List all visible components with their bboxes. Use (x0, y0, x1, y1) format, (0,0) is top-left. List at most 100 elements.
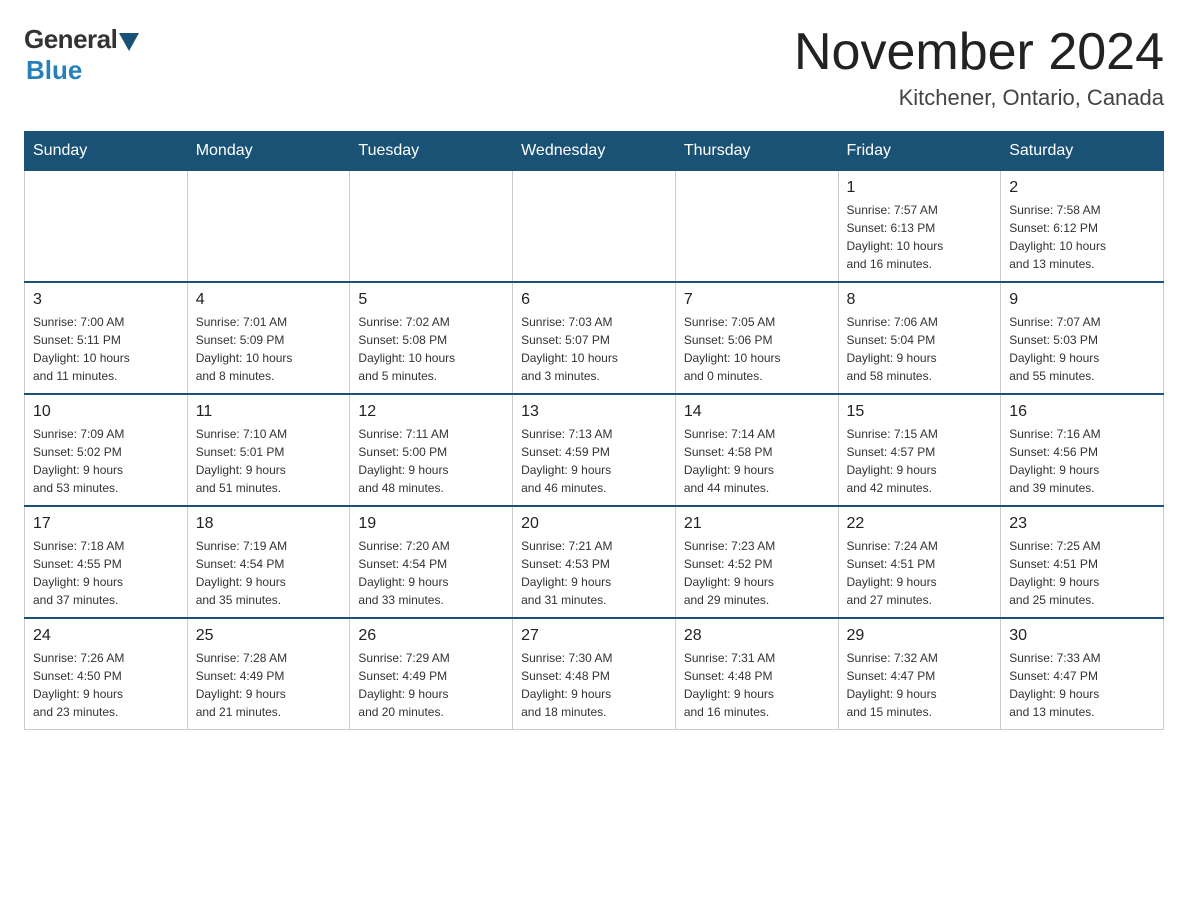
table-row: 3Sunrise: 7:00 AM Sunset: 5:11 PM Daylig… (25, 282, 188, 394)
table-row: 11 Sunrise: 7:10 AM Sunset: 5:01 PM Dayli… (187, 394, 350, 506)
table-row: 21 Sunrise: 7:23 AM Sunset: 4:52 PM Dayli… (675, 506, 838, 618)
day-number: 5 (358, 291, 504, 309)
calendar-week-row: 3Sunrise: 7:00 AM Sunset: 5:11 PM Daylig… (25, 282, 1164, 394)
day-number: 24 (33, 627, 179, 645)
day-number: 20 (521, 515, 667, 533)
day-number: 19 (358, 515, 504, 533)
day-info: Sunrise: 7:58 AM Sunset: 6:12 PM Dayligh… (1009, 201, 1155, 273)
table-row: 20 Sunrise: 7:21 AM Sunset: 4:53 PM Dayli… (513, 506, 676, 618)
day-info: Sunrise: 7:24 AM Sunset: 4:51 PM Dayligh… (847, 537, 993, 609)
table-row (513, 171, 676, 283)
header-wednesday: Wednesday (513, 132, 676, 171)
logo-triangle-icon (119, 33, 139, 51)
day-number: 2 (1009, 179, 1155, 197)
header-thursday: Thursday (675, 132, 838, 171)
day-number: 8 (847, 291, 993, 309)
table-row: 9 Sunrise: 7:07 AM Sunset: 5:03 PM Daylig… (1001, 282, 1164, 394)
day-info: Sunrise: 7:01 AM Sunset: 5:09 PM Dayligh… (196, 313, 342, 385)
table-row: 25 Sunrise: 7:28 AM Sunset: 4:49 PM Dayli… (187, 618, 350, 730)
day-number: 21 (684, 515, 830, 533)
table-row: 15 Sunrise: 7:15 AM Sunset: 4:57 PM Dayli… (838, 394, 1001, 506)
day-number: 16 (1009, 403, 1155, 421)
day-number: 11 (196, 403, 342, 421)
table-row: 14 Sunrise: 7:14 AM Sunset: 4:58 PM Dayli… (675, 394, 838, 506)
day-info: Sunrise: 7:26 AM Sunset: 4:50 PM Dayligh… (33, 649, 179, 721)
table-row: 16 Sunrise: 7:16 AM Sunset: 4:56 PM Dayli… (1001, 394, 1164, 506)
day-number: 22 (847, 515, 993, 533)
day-info: Sunrise: 7:29 AM Sunset: 4:49 PM Dayligh… (358, 649, 504, 721)
day-info: Sunrise: 7:28 AM Sunset: 4:49 PM Dayligh… (196, 649, 342, 721)
logo-blue-text: Blue (26, 55, 82, 86)
day-number: 15 (847, 403, 993, 421)
day-info: Sunrise: 7:23 AM Sunset: 4:52 PM Dayligh… (684, 537, 830, 609)
table-row: 10 Sunrise: 7:09 AM Sunset: 5:02 PM Dayli… (25, 394, 188, 506)
day-number: 9 (1009, 291, 1155, 309)
day-number: 4 (196, 291, 342, 309)
table-row: 7 Sunrise: 7:05 AM Sunset: 5:06 PM Daylig… (675, 282, 838, 394)
table-row: 26Sunrise: 7:29 AM Sunset: 4:49 PM Dayli… (350, 618, 513, 730)
day-info: Sunrise: 7:03 AM Sunset: 5:07 PM Dayligh… (521, 313, 667, 385)
table-row: 17 Sunrise: 7:18 AM Sunset: 4:55 PM Dayli… (25, 506, 188, 618)
day-info: Sunrise: 7:33 AM Sunset: 4:47 PM Dayligh… (1009, 649, 1155, 721)
day-info: Sunrise: 7:07 AM Sunset: 5:03 PM Dayligh… (1009, 313, 1155, 385)
day-number: 25 (196, 627, 342, 645)
calendar-table: Sunday Monday Tuesday Wednesday Thursday… (24, 131, 1164, 730)
header-tuesday: Tuesday (350, 132, 513, 171)
day-number: 30 (1009, 627, 1155, 645)
table-row: 6Sunrise: 7:03 AM Sunset: 5:07 PM Daylig… (513, 282, 676, 394)
day-number: 29 (847, 627, 993, 645)
day-number: 12 (358, 403, 504, 421)
table-row: 12 Sunrise: 7:11 AM Sunset: 5:00 PM Dayli… (350, 394, 513, 506)
header-friday: Friday (838, 132, 1001, 171)
table-row: 29 Sunrise: 7:32 AM Sunset: 4:47 PM Dayli… (838, 618, 1001, 730)
day-number: 18 (196, 515, 342, 533)
table-row (187, 171, 350, 283)
table-row: 28 Sunrise: 7:31 AM Sunset: 4:48 PM Dayli… (675, 618, 838, 730)
day-info: Sunrise: 7:20 AM Sunset: 4:54 PM Dayligh… (358, 537, 504, 609)
table-row: 19 Sunrise: 7:20 AM Sunset: 4:54 PM Dayli… (350, 506, 513, 618)
table-row (675, 171, 838, 283)
day-info: Sunrise: 7:02 AM Sunset: 5:08 PM Dayligh… (358, 313, 504, 385)
table-row: 5 Sunrise: 7:02 AM Sunset: 5:08 PM Daylig… (350, 282, 513, 394)
header-sunday: Sunday (25, 132, 188, 171)
table-row: 1Sunrise: 7:57 AM Sunset: 6:13 PM Daylig… (838, 171, 1001, 283)
day-number: 3 (33, 291, 179, 309)
day-info: Sunrise: 7:14 AM Sunset: 4:58 PM Dayligh… (684, 425, 830, 497)
table-row: 30 Sunrise: 7:33 AM Sunset: 4:47 PM Dayli… (1001, 618, 1164, 730)
table-row (350, 171, 513, 283)
table-row: 4 Sunrise: 7:01 AM Sunset: 5:09 PM Daylig… (187, 282, 350, 394)
day-info: Sunrise: 7:15 AM Sunset: 4:57 PM Dayligh… (847, 425, 993, 497)
day-info: Sunrise: 7:10 AM Sunset: 5:01 PM Dayligh… (196, 425, 342, 497)
day-info: Sunrise: 7:21 AM Sunset: 4:53 PM Dayligh… (521, 537, 667, 609)
day-info: Sunrise: 7:05 AM Sunset: 5:06 PM Dayligh… (684, 313, 830, 385)
day-number: 14 (684, 403, 830, 421)
table-row: 18 Sunrise: 7:19 AM Sunset: 4:54 PM Dayli… (187, 506, 350, 618)
title-area: November 2024 Kitchener, Ontario, Canada (794, 24, 1164, 111)
calendar-week-row: 17 Sunrise: 7:18 AM Sunset: 4:55 PM Dayli… (25, 506, 1164, 618)
day-number: 27 (521, 627, 667, 645)
header-row: Sunday Monday Tuesday Wednesday Thursday… (25, 132, 1164, 171)
logo: General Blue (24, 24, 139, 86)
header-saturday: Saturday (1001, 132, 1164, 171)
day-info: Sunrise: 7:16 AM Sunset: 4:56 PM Dayligh… (1009, 425, 1155, 497)
day-number: 10 (33, 403, 179, 421)
logo-general-text: General (24, 24, 117, 55)
day-info: Sunrise: 7:30 AM Sunset: 4:48 PM Dayligh… (521, 649, 667, 721)
day-info: Sunrise: 7:11 AM Sunset: 5:00 PM Dayligh… (358, 425, 504, 497)
day-number: 7 (684, 291, 830, 309)
table-row: 27 Sunrise: 7:30 AM Sunset: 4:48 PM Dayli… (513, 618, 676, 730)
day-number: 28 (684, 627, 830, 645)
day-info: Sunrise: 7:32 AM Sunset: 4:47 PM Dayligh… (847, 649, 993, 721)
header-monday: Monday (187, 132, 350, 171)
day-info: Sunrise: 7:31 AM Sunset: 4:48 PM Dayligh… (684, 649, 830, 721)
day-number: 23 (1009, 515, 1155, 533)
day-info: Sunrise: 7:18 AM Sunset: 4:55 PM Dayligh… (33, 537, 179, 609)
day-info: Sunrise: 7:09 AM Sunset: 5:02 PM Dayligh… (33, 425, 179, 497)
day-number: 17 (33, 515, 179, 533)
table-row: 23Sunrise: 7:25 AM Sunset: 4:51 PM Dayli… (1001, 506, 1164, 618)
day-info: Sunrise: 7:19 AM Sunset: 4:54 PM Dayligh… (196, 537, 342, 609)
calendar-week-row: 10 Sunrise: 7:09 AM Sunset: 5:02 PM Dayli… (25, 394, 1164, 506)
table-row: 8Sunrise: 7:06 AM Sunset: 5:04 PM Daylig… (838, 282, 1001, 394)
day-info: Sunrise: 7:57 AM Sunset: 6:13 PM Dayligh… (847, 201, 993, 273)
day-number: 13 (521, 403, 667, 421)
